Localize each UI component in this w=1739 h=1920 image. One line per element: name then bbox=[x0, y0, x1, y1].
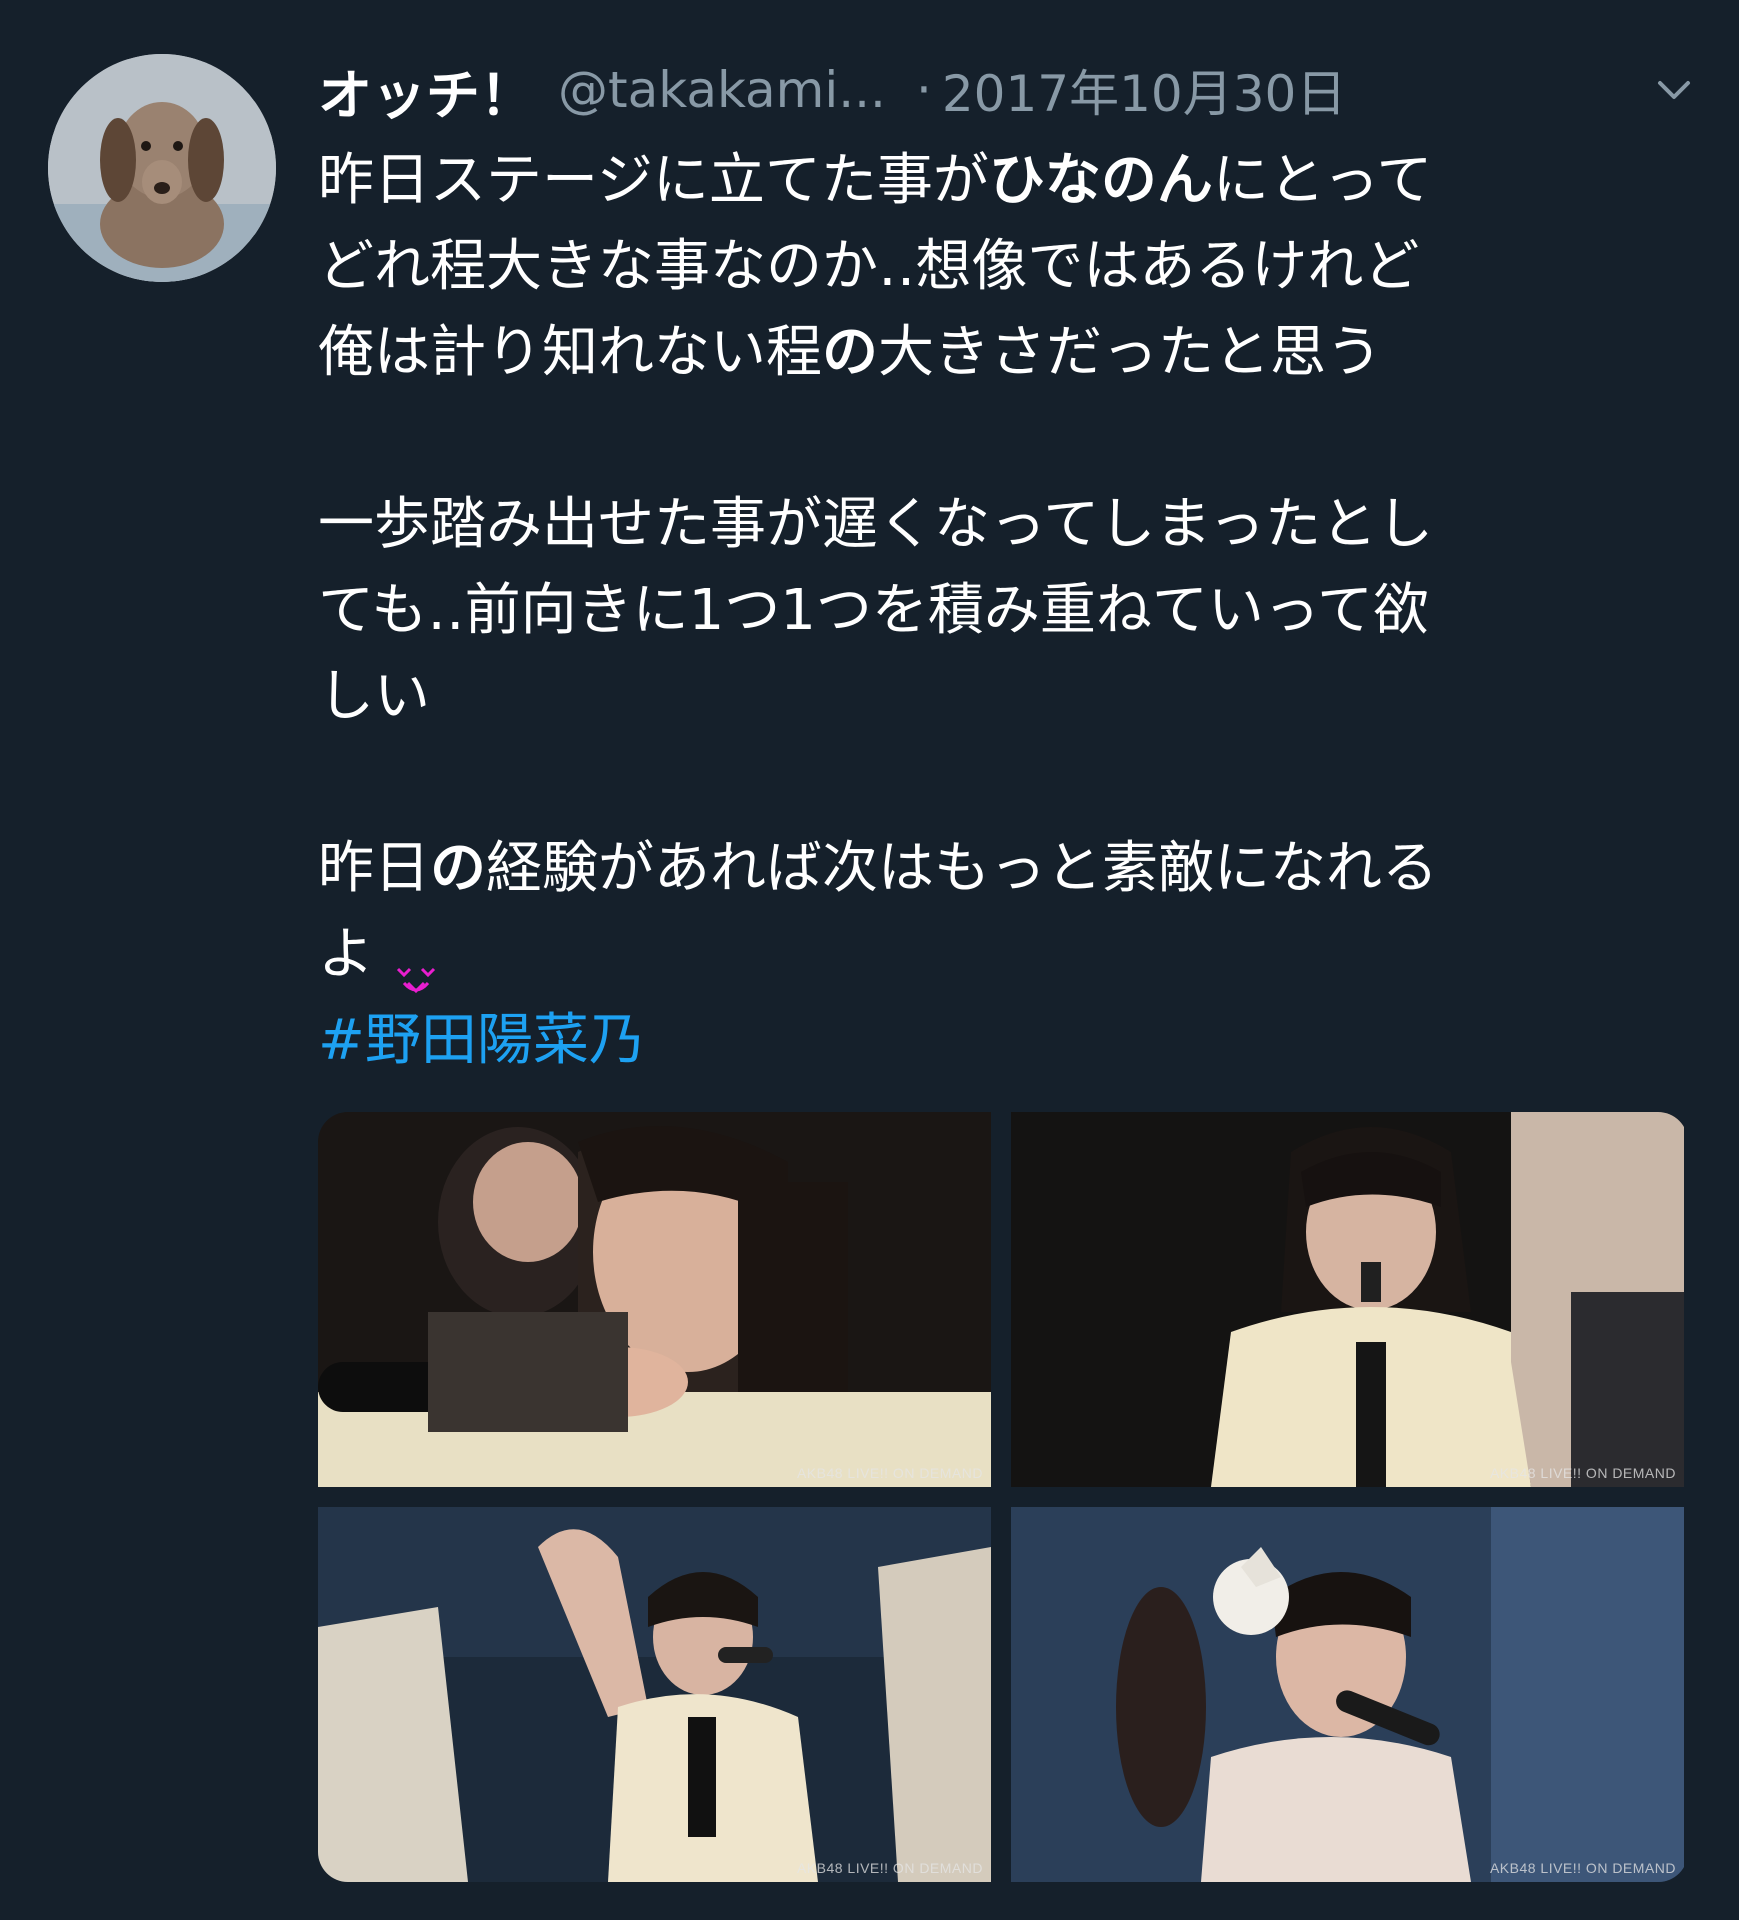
tweet-text-bold-segment: の bbox=[822, 320, 878, 385]
tweet-text-segment: しい bbox=[318, 664, 430, 729]
tweet-text-segment: 大きさだったと思う bbox=[878, 320, 1382, 385]
media-caption: AKB48 LIVE!! ON DEMAND bbox=[796, 1860, 983, 1876]
photo-waving-icon bbox=[318, 1507, 991, 1882]
photo-close-up-icon bbox=[318, 1112, 991, 1487]
author-display-name[interactable]: オッチ！ bbox=[318, 51, 534, 130]
tweet-text-bold-segment: の bbox=[430, 836, 486, 901]
media-photo-3[interactable]: AKB48 LIVE!! ON DEMAND bbox=[318, 1507, 991, 1882]
author-handle[interactable]: @takakami... bbox=[558, 61, 886, 119]
heart-face-emoji-icon bbox=[392, 938, 440, 993]
tweet-text: 昨日ステージに立てた事がひなのんにとって どれ程大きな事なのか‥想像ではあるけれ… bbox=[318, 138, 1698, 998]
header-separator: · bbox=[915, 61, 932, 119]
tweet-text-segment: 一歩踏み出せた事が遅くなってしまったとし bbox=[318, 492, 1433, 557]
media-grid: AKB48 LIVE!! ON DEMAND AKB48 LIVE!! ON D… bbox=[318, 1112, 1688, 1882]
tweet-text-segment: 昨日 bbox=[318, 836, 430, 901]
hashtag-link[interactable]: #野田陽菜乃 bbox=[318, 998, 1698, 1084]
media-caption: AKB48 LIVE!! ON DEMAND bbox=[796, 1465, 983, 1481]
photo-smiling-icon bbox=[1011, 1112, 1684, 1487]
media-photo-4[interactable]: AKB48 LIVE!! ON DEMAND bbox=[1011, 1507, 1684, 1882]
tweet-timestamp[interactable]: 2017年10月30日 bbox=[942, 54, 1347, 126]
tweet-text-segment: よ bbox=[318, 922, 374, 987]
dachshund-avatar-icon bbox=[48, 54, 276, 282]
tweet-text-bold-segment: ひなのん bbox=[988, 148, 1213, 213]
tweet[interactable]: オッチ！ @takakami... · 2017年10月30日 昨日ステージに立… bbox=[318, 50, 1698, 1084]
tweet-text-segment: 俺は計り知れない程 bbox=[318, 320, 822, 385]
tweet-text-segment: ても‥前向きに1つ1つを積み重ねていって欲 bbox=[318, 578, 1430, 643]
media-caption: AKB48 LIVE!! ON DEMAND bbox=[1489, 1860, 1676, 1876]
tweet-text-segment: 昨日ステージに立てた事が bbox=[318, 148, 989, 213]
chevron-down-icon[interactable] bbox=[1656, 72, 1692, 108]
media-photo-1[interactable]: AKB48 LIVE!! ON DEMAND bbox=[318, 1112, 991, 1487]
photo-singing-icon bbox=[1011, 1507, 1684, 1882]
media-photo-2[interactable]: AKB48 LIVE!! ON DEMAND bbox=[1011, 1112, 1684, 1487]
tweet-text-segment: どれ程大きな事なのか‥想像ではあるけれど bbox=[318, 234, 1420, 299]
tweet-text-segment: にとって bbox=[1212, 148, 1433, 213]
media-caption: AKB48 LIVE!! ON DEMAND bbox=[1489, 1465, 1676, 1481]
tweet-text-segment: 経験があれば次はもっと素敵になれる bbox=[486, 836, 1438, 901]
avatar[interactable] bbox=[48, 54, 276, 282]
tweet-header: オッチ！ @takakami... · 2017年10月30日 bbox=[318, 50, 1698, 130]
